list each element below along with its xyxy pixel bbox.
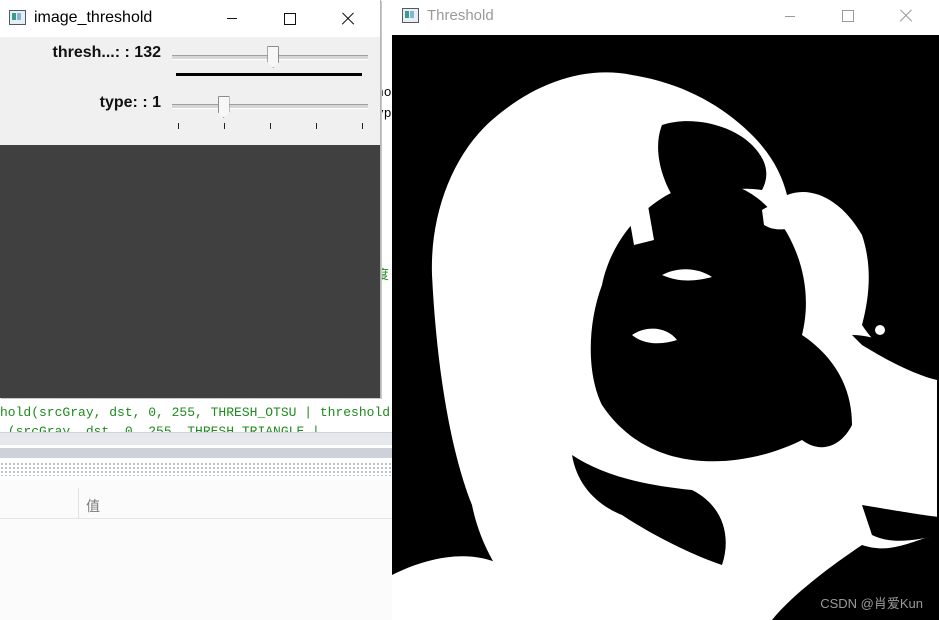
editor-horizontal-scrollbar[interactable] [0, 432, 392, 445]
threshold-window: Threshold CSDN @肖爱Kun [392, 0, 939, 620]
maximize-button[interactable] [819, 0, 877, 32]
close-icon [899, 9, 913, 23]
trackbar-thresh-thumb[interactable] [267, 46, 280, 68]
threshold-window-titlebar[interactable]: Threshold [392, 0, 939, 34]
panel-resize-grip[interactable] [0, 462, 392, 476]
speck [534, 402, 540, 408]
trackbar-tick [224, 123, 225, 129]
trackbar-window-titlebar[interactable]: image_threshold [0, 0, 380, 37]
window-title: image_threshold [34, 9, 153, 26]
minimize-icon [785, 15, 795, 17]
maximize-icon [284, 12, 296, 25]
editor-splitter[interactable] [0, 448, 392, 458]
close-button[interactable] [319, 0, 377, 37]
trackbar-focus-indicator [176, 73, 362, 76]
maximize-button[interactable] [261, 0, 319, 37]
window-title: Threshold [427, 7, 494, 24]
minimize-icon [227, 18, 237, 19]
speck [818, 289, 830, 301]
trackbar-tick [362, 123, 363, 129]
code-line: hold(srcGray, dst, 0, 255, THRESH_OTSU |… [0, 405, 391, 420]
value-column-header[interactable]: 值 [86, 496, 100, 516]
trackbar-type-groove[interactable] [172, 104, 368, 109]
trackbar-window-image-area [0, 145, 380, 398]
watch-header-row: 值 [0, 488, 392, 519]
close-icon [341, 12, 355, 26]
minimize-button[interactable] [203, 0, 261, 37]
minimize-button[interactable] [761, 0, 819, 32]
close-button[interactable] [877, 0, 935, 32]
maximize-icon [842, 10, 854, 22]
speck [875, 325, 885, 335]
column-divider[interactable] [78, 488, 79, 518]
opencv-window-icon [402, 8, 419, 23]
opencv-window-icon [9, 10, 26, 25]
trackbar-tick [178, 123, 179, 129]
trackbar-window: image_threshold thresh...: : 132 type: :… [0, 0, 381, 398]
code-line-clipped: ,(srcGray, dst, 0, 255, THRESH_TRIANGLE … [0, 424, 320, 432]
trackbar-tick [316, 123, 317, 129]
trackbar-label-type: type: : 1 [99, 94, 161, 111]
trackbar-label-thresh: thresh...: : 132 [52, 44, 161, 61]
binary-threshold-image [392, 35, 939, 620]
trackbar-tick [270, 123, 271, 129]
watch-panel: 值 [0, 480, 392, 620]
trackbar-type-thumb[interactable] [217, 96, 230, 118]
csdn-watermark: CSDN @肖爱Kun [820, 596, 923, 611]
